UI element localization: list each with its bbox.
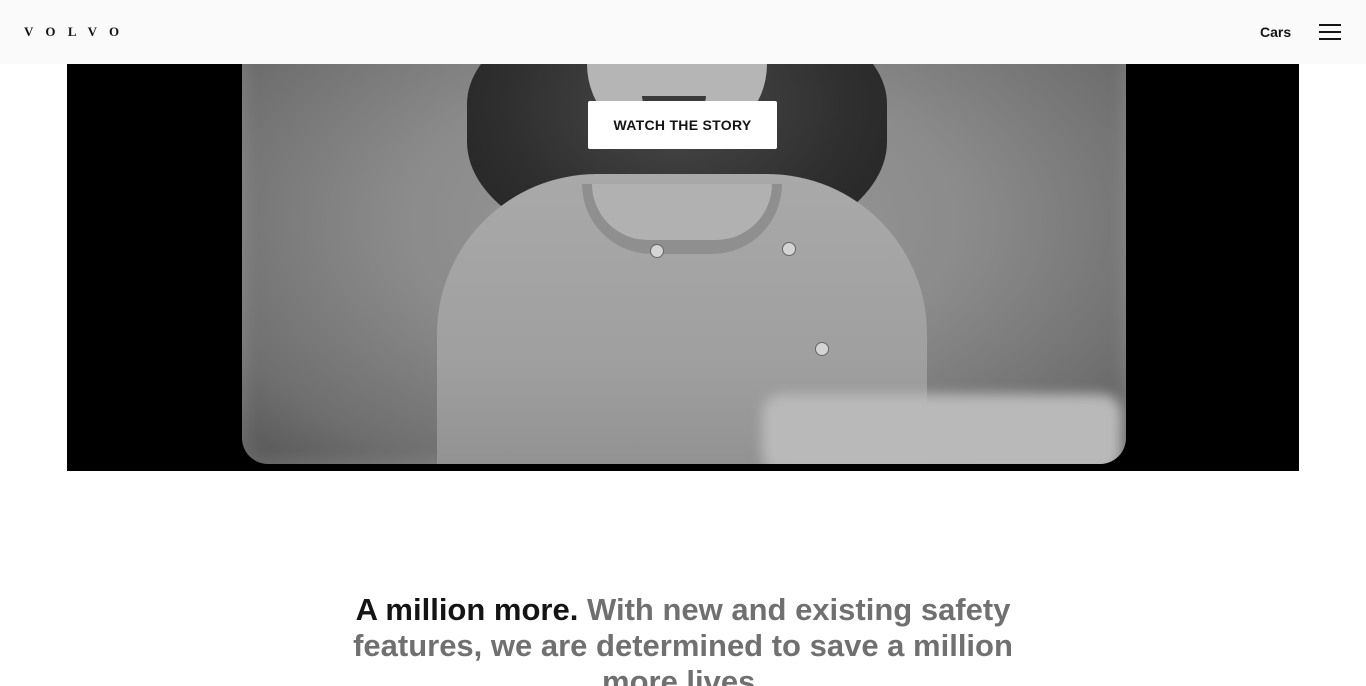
watch-the-story-button[interactable]: WATCH THE STORY (588, 101, 777, 149)
hamburger-menu-icon[interactable] (1318, 20, 1342, 44)
nav-link-cars[interactable]: Cars (1260, 22, 1291, 42)
statement-text: A million more. With new and existing sa… (333, 592, 1033, 686)
page: VOLVO Cars WATCH THE STORY A million mor… (0, 0, 1366, 686)
site-header: VOLVO Cars (0, 0, 1366, 64)
volvo-logo[interactable]: VOLVO (24, 24, 131, 40)
statement-lead: A million more. (355, 592, 579, 627)
